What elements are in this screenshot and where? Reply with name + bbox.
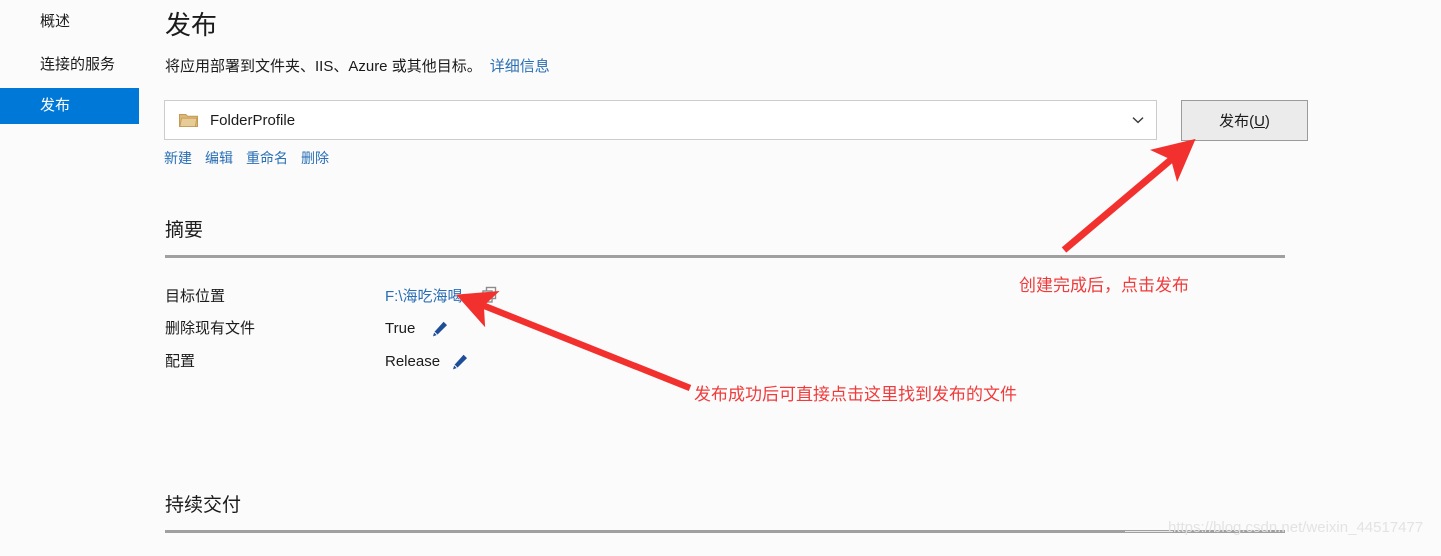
profile-action-links: 新建 编辑 重命名 删除 bbox=[164, 148, 342, 168]
sidebar-item-publish[interactable]: 发布 bbox=[0, 88, 139, 124]
page-subtitle: 将应用部署到文件夹、IIS、Azure 或其他目标。 详细信息 bbox=[165, 56, 550, 78]
summary-label: 配置 bbox=[165, 353, 196, 370]
profile-action-edit[interactable]: 编辑 bbox=[205, 150, 233, 166]
continuous-delivery-heading: 持续交付 bbox=[165, 495, 242, 516]
summary-row-target-location: 目标位置 F:\海吃海喝 bbox=[165, 285, 665, 311]
publish-page-root: 概述 连接的服务 发布 发布 将应用部署到文件夹、IIS、Azure 或其他目标… bbox=[0, 0, 1441, 556]
profile-row: FolderProfile 发布(U) bbox=[164, 100, 1314, 142]
publish-button-accesskey: U bbox=[1254, 113, 1265, 130]
watermark-rule bbox=[1125, 531, 1173, 532]
profile-action-new[interactable]: 新建 bbox=[164, 150, 192, 166]
page-title: 发布 bbox=[165, 10, 218, 40]
chevron-down-icon bbox=[1132, 117, 1144, 124]
profile-action-delete[interactable]: 删除 bbox=[301, 150, 329, 166]
publish-profile-name: FolderProfile bbox=[210, 111, 296, 129]
sidebar: 概述 连接的服务 发布 bbox=[0, 0, 140, 556]
summary-heading: 摘要 bbox=[165, 220, 204, 241]
publish-button-suffix: ) bbox=[1264, 113, 1270, 130]
summary-divider bbox=[165, 255, 1285, 258]
summary-row-configuration: 配置 Release bbox=[165, 350, 665, 376]
more-info-link[interactable]: 详细信息 bbox=[490, 58, 550, 75]
continuous-delivery-divider bbox=[165, 530, 1285, 533]
pencil-edit-icon[interactable] bbox=[451, 353, 469, 371]
summary-value-delete-existing-files: True bbox=[385, 320, 416, 337]
sidebar-item-label: 概述 bbox=[40, 13, 71, 30]
summary-value-target-location[interactable]: F:\海吃海喝 bbox=[385, 285, 463, 309]
copy-icon[interactable] bbox=[481, 286, 499, 304]
sidebar-item-label: 连接的服务 bbox=[40, 56, 116, 73]
summary-value-configuration: Release bbox=[385, 353, 441, 370]
publish-profile-dropdown[interactable]: FolderProfile bbox=[164, 100, 1157, 140]
pencil-edit-icon[interactable] bbox=[431, 320, 449, 338]
summary-row-delete-existing-files: 删除现有文件 True bbox=[165, 317, 665, 343]
folder-icon bbox=[179, 113, 198, 127]
sidebar-item-label: 发布 bbox=[40, 97, 71, 114]
sidebar-item-connected-services[interactable]: 连接的服务 bbox=[0, 47, 139, 83]
publish-button[interactable]: 发布(U) bbox=[1181, 100, 1308, 141]
profile-action-rename[interactable]: 重命名 bbox=[246, 150, 288, 166]
page-subtitle-text: 将应用部署到文件夹、IIS、Azure 或其他目标。 bbox=[165, 58, 482, 75]
summary-label: 目标位置 bbox=[165, 288, 226, 305]
main-content: 发布 将应用部署到文件夹、IIS、Azure 或其他目标。 详细信息 Folder… bbox=[139, 0, 1441, 556]
sidebar-item-overview[interactable]: 概述 bbox=[0, 4, 139, 40]
publish-button-prefix: 发布( bbox=[1219, 113, 1255, 130]
summary-label: 删除现有文件 bbox=[165, 320, 256, 337]
